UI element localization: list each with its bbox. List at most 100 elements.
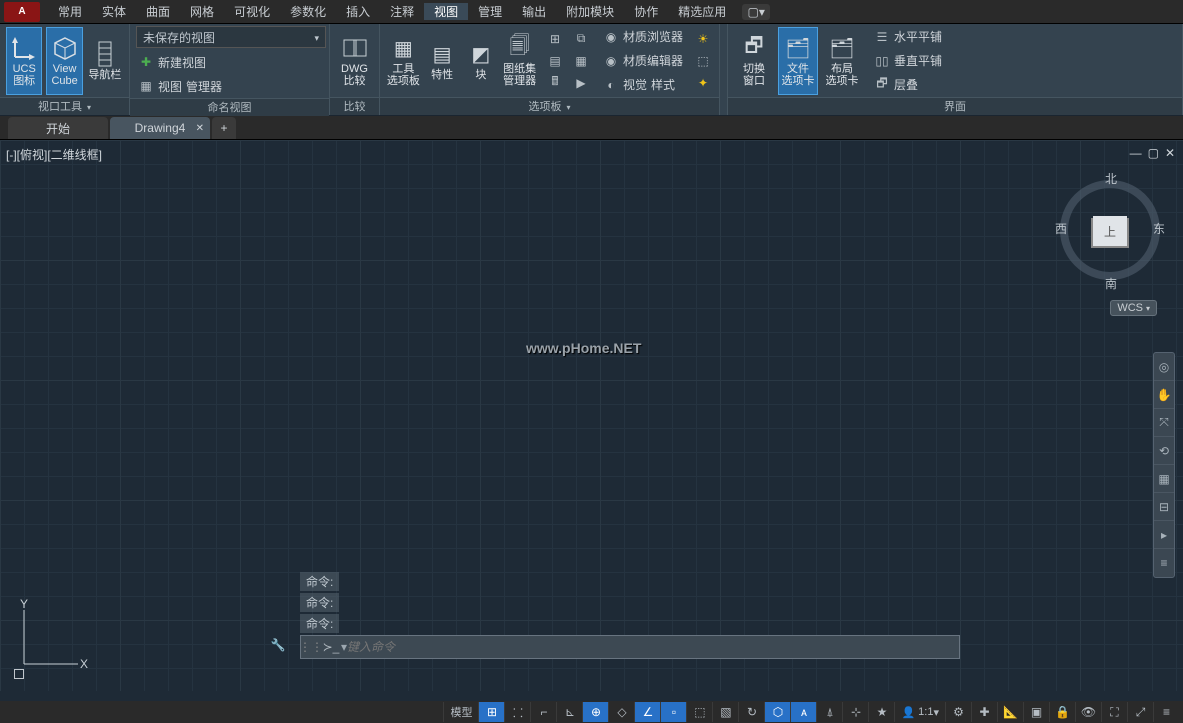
material-browser-button[interactable]: ◉材质浏览器 bbox=[601, 27, 685, 47]
hw-accel-toggle[interactable]: ⛶ bbox=[1101, 702, 1127, 722]
trans-toggle[interactable]: ▧ bbox=[712, 702, 738, 722]
isolate-button[interactable]: 👁 bbox=[1075, 702, 1101, 722]
customize-icon[interactable]: 🔧 bbox=[268, 635, 288, 655]
sm-btn-a1[interactable]: ⊞ bbox=[545, 29, 565, 49]
grid-toggle[interactable]: ⊞ bbox=[478, 702, 504, 722]
sm-btn-a2[interactable]: ▤ bbox=[545, 51, 565, 71]
viewcube-button[interactable]: ViewCube bbox=[46, 27, 82, 95]
custom-statusbar[interactable]: ≡ bbox=[1153, 702, 1179, 722]
command-line[interactable]: ⋮⋮ ≻_ ▾ bbox=[300, 635, 960, 659]
3dosnap-toggle[interactable]: ⬡ bbox=[764, 702, 790, 722]
command-input[interactable] bbox=[347, 640, 959, 654]
visual-styles-button[interactable]: ◐视觉 样式 bbox=[601, 75, 685, 95]
cascade-button[interactable]: 🗗层叠 bbox=[872, 75, 944, 95]
sheetset-button[interactable]: 🗐 图纸集管理器 bbox=[502, 27, 537, 95]
infer-toggle[interactable]: ⌐ bbox=[530, 702, 556, 722]
viewcube-top[interactable]: 上 bbox=[1093, 216, 1127, 246]
sm-btn-b2[interactable]: ▦ bbox=[571, 51, 591, 71]
workspace-button[interactable]: ⚙ bbox=[945, 702, 971, 722]
menu-5[interactable]: 参数化 bbox=[280, 3, 336, 20]
osnap-toggle[interactable]: ▫ bbox=[660, 702, 686, 722]
tab-add[interactable]: + bbox=[212, 117, 236, 139]
maximize-icon[interactable]: ▢ bbox=[1148, 146, 1159, 160]
modelspace-button[interactable]: 模型 bbox=[443, 702, 478, 722]
west-label[interactable]: 西 bbox=[1055, 220, 1067, 237]
annoscale-button[interactable]: 👤1:1 ▾ bbox=[894, 702, 945, 722]
iso-toggle[interactable]: ◇ bbox=[608, 702, 634, 722]
close-viewport-icon[interactable]: ✕ bbox=[1165, 146, 1175, 160]
qp-toggle[interactable]: ▣ bbox=[1023, 702, 1049, 722]
sm-btn-a3[interactable]: 🖩 bbox=[545, 73, 565, 93]
menu-9[interactable]: 管理 bbox=[468, 3, 512, 20]
tile-horizontal-button[interactable]: ☰水平平铺 bbox=[872, 27, 944, 47]
material-editor-button[interactable]: ◉材质编辑器 bbox=[601, 51, 685, 71]
blocks-button[interactable]: ◩ 块 bbox=[464, 27, 499, 95]
lw-toggle[interactable]: ⬚ bbox=[686, 702, 712, 722]
filter-toggle[interactable]: ⍋ bbox=[816, 702, 842, 722]
properties-button[interactable]: ▤ 特性 bbox=[425, 27, 460, 95]
zoom-icon[interactable]: ⤧ bbox=[1154, 409, 1174, 437]
menu-7[interactable]: 注释 bbox=[380, 3, 424, 20]
north-label[interactable]: 北 bbox=[1105, 170, 1117, 187]
menu-4[interactable]: 可视化 bbox=[224, 3, 280, 20]
sm-btn-b1[interactable]: ⧉ bbox=[571, 29, 591, 49]
view-manager-button[interactable]: ▦ 视图 管理器 bbox=[136, 76, 323, 96]
ortho-toggle[interactable]: ⊾ bbox=[556, 702, 582, 722]
gizmo-toggle[interactable]: ⊹ bbox=[842, 702, 868, 722]
annomon-toggle[interactable]: ✚ bbox=[971, 702, 997, 722]
tool-palettes-button[interactable]: ▦ 工具选项板 bbox=[386, 27, 421, 95]
light-btn[interactable]: ✦ bbox=[693, 73, 713, 93]
play-icon[interactable]: ▸ bbox=[1154, 521, 1174, 549]
menu-2[interactable]: 曲面 bbox=[136, 3, 180, 20]
cleanscreen-button[interactable]: ⤢ bbox=[1127, 702, 1153, 722]
pan-icon[interactable]: ✋ bbox=[1154, 381, 1174, 409]
ucs-icon-button[interactable]: UCS图标 bbox=[6, 27, 42, 95]
polar-toggle[interactable]: ⊕ bbox=[582, 702, 608, 722]
fullnav-icon[interactable]: ◎ bbox=[1154, 353, 1174, 381]
close-icon[interactable]: ✕ bbox=[196, 123, 204, 134]
minimize-icon[interactable]: — bbox=[1130, 146, 1142, 160]
grip-icon[interactable]: ⋮⋮ bbox=[301, 640, 321, 654]
menu-13[interactable]: 精选应用 bbox=[668, 3, 736, 20]
sun-btn[interactable]: ☀ bbox=[693, 29, 713, 49]
dynucs-toggle[interactable]: ᴀ bbox=[790, 702, 816, 722]
render-btn[interactable]: ⬚ bbox=[693, 51, 713, 71]
viewcube[interactable]: 北 南 东 西 上 bbox=[1055, 170, 1165, 300]
tab-drawing[interactable]: Drawing4✕ bbox=[110, 117, 210, 139]
more-icon[interactable]: ⊟ bbox=[1154, 493, 1174, 521]
saved-views-dropdown[interactable]: 未保存的视图 bbox=[136, 26, 326, 48]
menu-0[interactable]: 常用 bbox=[48, 3, 92, 20]
menu-11[interactable]: 附加模块 bbox=[556, 3, 624, 20]
east-label[interactable]: 东 bbox=[1153, 220, 1165, 237]
dwg-compare-button[interactable]: DWG比较 bbox=[336, 27, 373, 95]
snap-toggle[interactable]: ⸬ bbox=[504, 702, 530, 722]
otrack-toggle[interactable]: ∠ bbox=[634, 702, 660, 722]
new-view-button[interactable]: ✚ 新建视图 bbox=[136, 52, 323, 72]
wcs-dropdown[interactable]: WCS bbox=[1110, 300, 1157, 316]
tab-start[interactable]: 开始 bbox=[8, 117, 108, 139]
menu-1[interactable]: 实体 bbox=[92, 3, 136, 20]
layout-tabs-button[interactable]: 🗂 布局选项卡 bbox=[822, 27, 862, 95]
file-tabs-button[interactable]: 🗂 文件选项卡 bbox=[778, 27, 818, 95]
menu-12[interactable]: 协作 bbox=[624, 3, 668, 20]
tile-vertical-button[interactable]: ▯▯垂直平铺 bbox=[872, 51, 944, 71]
south-label[interactable]: 南 bbox=[1105, 275, 1117, 292]
menu-10[interactable]: 输出 bbox=[512, 3, 556, 20]
showmotion-icon[interactable]: ▦ bbox=[1154, 465, 1174, 493]
switch-window-button[interactable]: 🗗 切换窗口 bbox=[734, 27, 774, 95]
annot-vis-toggle[interactable]: ★ bbox=[868, 702, 894, 722]
lockui-toggle[interactable]: 🔒 bbox=[1049, 702, 1075, 722]
cycle-toggle[interactable]: ↻ bbox=[738, 702, 764, 722]
sm-btn-b3[interactable]: ▶ bbox=[571, 73, 591, 93]
viewport-label[interactable]: [-][俯视][二维线框] bbox=[6, 146, 102, 163]
nav-settings-icon[interactable]: ≡ bbox=[1154, 549, 1174, 577]
units-button[interactable]: 📐 bbox=[997, 702, 1023, 722]
navbar-button[interactable]: 导航栏 bbox=[87, 27, 123, 95]
app-icon[interactable]: A bbox=[4, 2, 40, 22]
menu-8[interactable]: 视图 bbox=[424, 3, 468, 20]
menu-overflow[interactable]: ▢▾ bbox=[742, 4, 770, 20]
orbit-icon[interactable]: ⟲ bbox=[1154, 437, 1174, 465]
drawing-canvas[interactable]: [-][俯视][二维线框] — ▢ ✕ www.pHome.NET 北 南 东 … bbox=[0, 140, 1183, 691]
menu-6[interactable]: 插入 bbox=[336, 3, 380, 20]
menu-3[interactable]: 网格 bbox=[180, 3, 224, 20]
